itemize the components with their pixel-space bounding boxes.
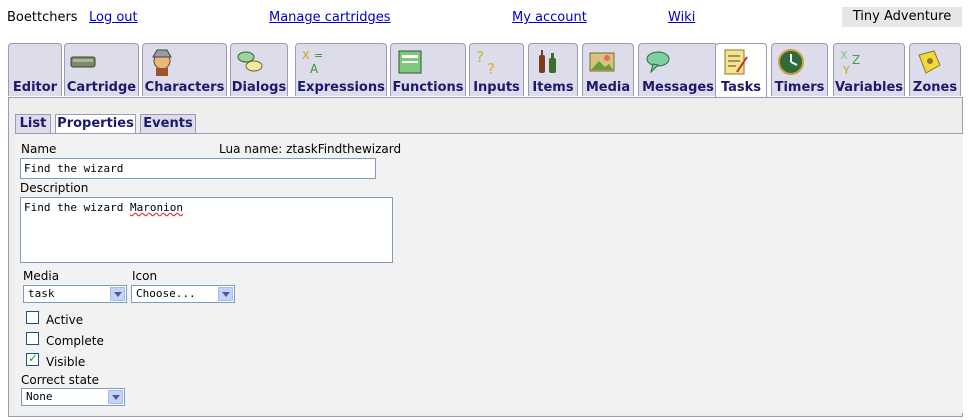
variables-icon: X Z Y [840,49,860,77]
icon-label: Icon [132,269,158,283]
functions-icon [398,50,422,74]
tasks-icon [724,49,748,75]
tab-cartridge[interactable]: Cartridge [64,43,139,96]
characters-icon [152,49,172,76]
subtab-list[interactable]: List [15,114,51,134]
tab-label: Editor [12,80,58,95]
tab-variables[interactable]: X Z Y Variables [833,43,905,96]
svg-text:X: X [840,49,848,62]
correct-state-select[interactable]: None [21,388,125,406]
complete-checkbox[interactable] [26,332,39,345]
tab-timers[interactable]: Timers [771,43,828,96]
manage-cartridges-link[interactable]: Manage cartridges [269,10,391,25]
chevron-down-icon[interactable] [108,390,123,404]
active-label: Active [46,313,84,327]
tab-label: Timers [774,80,825,95]
svg-text:?: ? [476,48,484,66]
timers-icon [778,49,804,75]
tab-label: Tasks [720,80,762,95]
misspelled-word: Maronion [129,201,183,214]
icon-select[interactable]: Choose... [131,285,235,303]
tab-zones[interactable]: Zones [909,43,961,96]
lua-name: Lua name: ztaskFindthewizard [219,142,402,156]
svg-text:X: X [302,49,310,62]
svg-text:Y: Y [842,64,850,77]
tab-tasks[interactable]: Tasks [715,43,767,99]
expressions-icon: X = A [302,49,323,76]
my-account-link[interactable]: My account [512,10,587,25]
tab-media[interactable]: Media [582,43,634,96]
svg-text:=: = [314,49,323,62]
tab-characters[interactable]: Characters [142,43,227,96]
tab-label: Items [532,80,574,95]
tab-inputs[interactable]: ? ? Inputs [469,43,524,96]
tab-dialogs[interactable]: Dialogs [230,43,288,96]
complete-label: Complete [46,334,104,348]
cartridge-icon [70,56,96,68]
active-checkbox[interactable] [26,311,39,324]
messages-icon [646,51,670,74]
description-text: Find the wizard [24,201,130,214]
tab-label: Zones [912,80,958,95]
media-icon [589,52,615,72]
tab-expressions[interactable]: X = A Expressions [295,43,387,96]
name-input[interactable]: Find the wizard [20,158,376,179]
media-select[interactable]: task [23,285,127,303]
wiki-link[interactable]: Wiki [668,10,695,25]
zones-icon [918,50,941,74]
username: Boettchers [7,10,78,25]
tab-label: Variables [834,80,904,95]
tab-label: Messages [642,80,714,95]
description-label: Description [20,181,89,195]
chevron-down-icon[interactable] [110,287,125,301]
logout-link[interactable]: Log out [89,10,138,25]
tab-label: Media [585,80,631,95]
tab-label: Dialogs [231,80,287,95]
visible-label: Visible [46,355,86,369]
description-textarea[interactable]: Find the wizard Maronion [20,197,393,263]
tab-editor[interactable]: Editor [8,43,62,96]
tab-label: Expressions [297,80,385,95]
dialogs-icon [237,51,263,72]
svg-text:Z: Z [852,53,860,67]
media-select-value: task [28,287,55,300]
top-bar: Boettchers Log out Manage cartridges My … [0,0,969,36]
tab-functions[interactable]: Functions [390,43,466,96]
tab-label: Characters [144,80,225,95]
items-icon [539,50,556,73]
correct-state-label: Correct state [21,373,100,387]
svg-text:?: ? [487,60,495,77]
tab-label: Inputs [473,80,520,95]
svg-text:A: A [310,62,319,76]
cartridge-title: Tiny Adventure [842,7,962,27]
correct-state-value: None [26,390,53,403]
name-label: Name [21,142,57,156]
subtab-events[interactable]: Events [140,114,196,134]
tab-label: Cartridge [66,80,137,95]
inputs-icon: ? ? [476,48,495,77]
media-label: Media [23,269,60,283]
chevron-down-icon[interactable] [218,287,233,301]
visible-checkbox[interactable] [26,351,39,366]
tab-items[interactable]: Items [528,43,578,96]
tab-messages[interactable]: Messages [638,43,718,96]
icon-select-value: Choose... [136,287,196,300]
tab-label: Functions [392,80,464,95]
subtab-properties[interactable]: Properties [55,114,136,135]
